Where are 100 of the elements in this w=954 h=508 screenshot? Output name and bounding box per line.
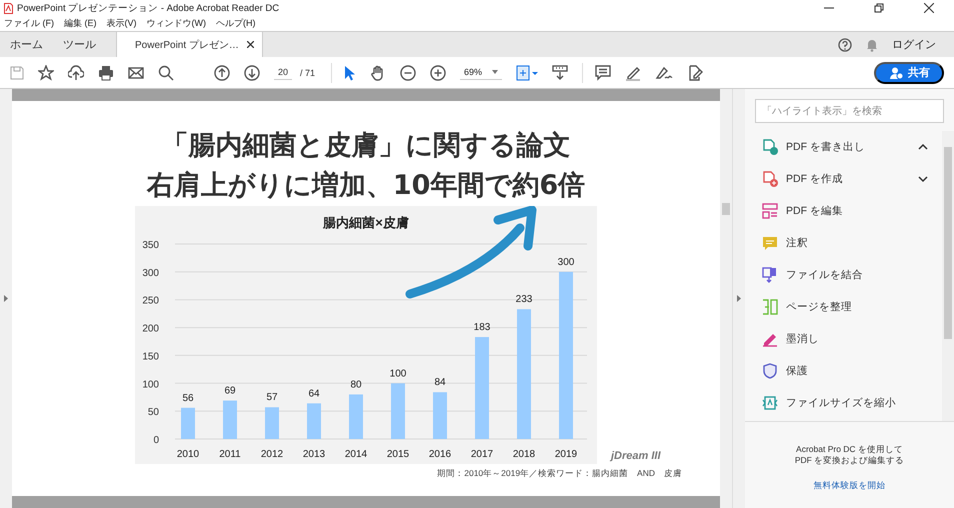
edit-document-icon[interactable]: [687, 64, 704, 80]
value-label: 100: [390, 368, 406, 380]
axis-label: 0: [153, 435, 159, 446]
promo-text: Acrobat Pro DC を使用して PDF を変換および編集する: [794, 444, 906, 466]
value-label: 56: [182, 392, 194, 404]
caption: 期間：2010年～2019年／検索ワード：腸内細菌 AND 皮膚: [436, 468, 683, 480]
cursor-icon[interactable]: [344, 64, 356, 80]
highlighter-icon[interactable]: [625, 64, 642, 80]
tool-item[interactable]: ページを整理: [745, 291, 942, 323]
chart-bar: [349, 394, 363, 439]
value-label: 183: [474, 322, 490, 334]
scroll-mode-icon[interactable]: [552, 64, 568, 80]
scrollbar-thumb[interactable]: [722, 203, 730, 215]
help-icon[interactable]: [838, 38, 852, 52]
value-label: 57: [266, 392, 278, 404]
fit-page-icon[interactable]: [516, 64, 538, 80]
menu-item[interactable]: 編集 (E): [64, 17, 96, 30]
next-page-icon[interactable]: [244, 64, 260, 80]
mail-icon[interactable]: [128, 66, 144, 78]
collapse-icon[interactable]: [918, 143, 928, 151]
value-label: 64: [308, 388, 320, 400]
chart-bar: [307, 403, 321, 439]
menu-item[interactable]: 表示(V): [106, 17, 136, 30]
tool-icon: [762, 363, 778, 379]
tool-item[interactable]: PDF を書き出し: [745, 131, 942, 163]
chart-title: 腸内細菌×皮膚: [323, 215, 409, 230]
axis-label: 2011: [219, 449, 241, 460]
menu-item[interactable]: ファイル (F): [4, 17, 54, 30]
value-label: 84: [434, 377, 446, 388]
axis-label: 2010: [176, 449, 200, 460]
dropdown-icon[interactable]: [492, 70, 498, 74]
restore-icon[interactable]: [874, 3, 884, 13]
value-label: 80: [350, 379, 362, 390]
page-number-field[interactable]: 20: [274, 65, 292, 80]
axis-label: 2018: [512, 449, 536, 460]
axis-label: 2012: [260, 449, 284, 460]
zoom-out-icon[interactable]: [400, 64, 416, 80]
tool-item[interactable]: PDF を編集: [745, 195, 942, 227]
tab[interactable]: ホーム: [0, 32, 53, 57]
axis-label: 350: [142, 240, 159, 251]
print-icon[interactable]: [98, 64, 114, 80]
menu-item[interactable]: ヘルプ(H): [216, 17, 256, 30]
search-icon[interactable]: [158, 64, 174, 80]
axis-label: 2016: [428, 449, 452, 460]
chart-bar: [181, 408, 195, 439]
expand-icon[interactable]: [918, 175, 928, 183]
value-label: 69: [224, 386, 236, 397]
axis-label: 150: [142, 351, 159, 362]
tool-item[interactable]: ファイルを結合: [745, 259, 942, 291]
tool-item[interactable]: ファイルサイズを縮小: [745, 387, 942, 419]
axis-label: 200: [142, 324, 159, 335]
tool-item[interactable]: PDF を作成: [745, 163, 942, 195]
tool-icon: [762, 267, 778, 283]
tab[interactable]: PowerPoint プレゼン…: [116, 32, 263, 57]
axis-label: 250: [142, 296, 159, 307]
page-count: / 71: [299, 66, 316, 80]
value-label: 233: [516, 294, 532, 306]
tool-item[interactable]: 保護: [745, 355, 942, 387]
upload-icon[interactable]: [68, 64, 84, 80]
close-icon[interactable]: [246, 41, 254, 48]
zoom-field[interactable]: 69%: [460, 65, 502, 80]
scrollbar-thumb[interactable]: [944, 147, 952, 339]
pdf-icon: [4, 2, 13, 14]
tool-item[interactable]: 墨消し: [745, 323, 942, 355]
chart-bar: [433, 392, 447, 439]
tool-icon: [762, 203, 778, 219]
axis-label: 2013: [302, 449, 326, 460]
person-icon: [890, 66, 903, 78]
trial-link[interactable]: 無料体験版を開始: [814, 480, 886, 492]
value-label: 300: [558, 256, 574, 268]
axis-label: 50: [148, 407, 159, 418]
login-link[interactable]: ログイン: [892, 37, 936, 52]
headline: 右肩上がりに増加、10年間で約6倍: [146, 169, 586, 203]
axis-label: 100: [142, 379, 159, 390]
chart-bar: [265, 407, 279, 439]
previous-page-icon[interactable]: [214, 64, 230, 80]
share-button[interactable]: 共有: [874, 62, 944, 84]
tab[interactable]: ツール: [53, 32, 106, 57]
axis-label: 2019: [554, 449, 578, 460]
star-icon[interactable]: [38, 64, 54, 80]
axis-label: 2015: [386, 449, 410, 460]
tool-item[interactable]: 注釈: [745, 227, 942, 259]
headline: 「腸内細菌と皮膚」に関する論文: [162, 129, 570, 163]
tool-icon: [762, 171, 778, 187]
tool-icon: [762, 235, 778, 251]
chart-bar: [391, 383, 405, 439]
zoom-in-icon[interactable]: [430, 64, 446, 80]
scrollbar[interactable]: [942, 131, 954, 421]
signature-icon[interactable]: [655, 64, 674, 80]
comment-icon[interactable]: [595, 64, 612, 80]
chart-bar: [223, 400, 237, 439]
close-icon[interactable]: [924, 3, 934, 13]
tool-icon: [762, 299, 778, 315]
axis-label: 2014: [344, 449, 368, 460]
search-field[interactable]: 「ハイライト表示」を検索: [755, 99, 944, 123]
menu-item[interactable]: ウィンドウ(W): [146, 17, 206, 30]
axis-label: 300: [142, 268, 159, 279]
window-title: PowerPoint プレゼンテーション - Adobe Acrobat Reader DC: [17, 2, 280, 14]
logo: jDream III: [611, 450, 661, 462]
tool-icon: [762, 331, 778, 347]
